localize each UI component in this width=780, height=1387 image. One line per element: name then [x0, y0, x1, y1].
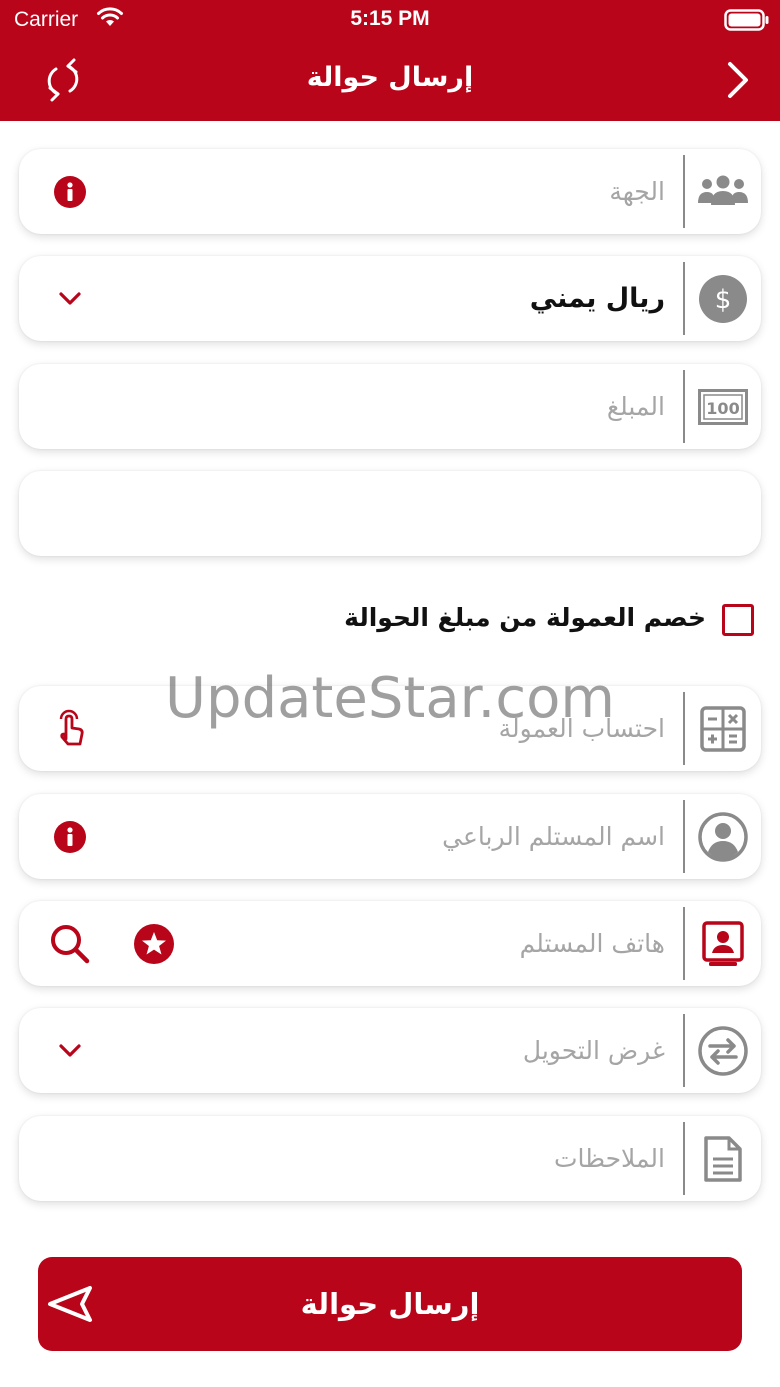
amount-placeholder: المبلغ — [606, 392, 665, 421]
status-bar: Carrier 5:15 PM — [0, 0, 780, 40]
notes-placeholder: الملاحظات — [553, 1144, 665, 1173]
recipient-name-field[interactable]: اسم المستلم الرباعي — [19, 794, 761, 879]
field-divider — [683, 1122, 685, 1195]
calc-commission-placeholder: احتساب العمولة — [498, 714, 665, 743]
field-divider — [683, 370, 685, 443]
group-icon — [697, 167, 749, 217]
field-divider — [683, 262, 685, 335]
recipient-phone-placeholder: هاتف المستلم — [519, 929, 665, 958]
back-chevron-icon[interactable] — [712, 56, 760, 104]
field-divider — [683, 907, 685, 980]
star-icon[interactable] — [133, 923, 175, 965]
recipient-phone-field[interactable]: هاتف المستلم — [19, 901, 761, 986]
user-icon — [697, 812, 749, 862]
field-divider — [683, 155, 685, 228]
exchange-icon — [697, 1026, 749, 1076]
calculator-icon — [697, 704, 749, 754]
send-transfer-button[interactable]: إرسال حوالة — [38, 1257, 742, 1351]
banknote-icon: 100 — [697, 382, 749, 432]
info-icon[interactable] — [49, 171, 91, 213]
recipient-name-placeholder: اسم المستلم الرباعي — [442, 822, 665, 851]
field-divider — [683, 800, 685, 873]
status-time: 5:15 PM — [350, 7, 430, 30]
purpose-placeholder: غرض التحويل — [522, 1036, 665, 1065]
field-divider — [683, 692, 685, 765]
contact-card-icon — [697, 919, 749, 969]
amount-field[interactable]: المبلغ 100 — [19, 364, 761, 449]
svg-text:100: 100 — [706, 399, 739, 418]
currency-select[interactable]: ريال يمني $ — [19, 256, 761, 341]
search-icon[interactable] — [49, 923, 91, 965]
purpose-select[interactable]: غرض التحويل — [19, 1008, 761, 1093]
extra-field[interactable] — [19, 471, 761, 556]
tap-icon[interactable] — [49, 708, 91, 750]
battery-icon — [724, 9, 770, 35]
dollar-icon: $ — [697, 274, 749, 324]
field-divider — [683, 1014, 685, 1087]
document-icon — [697, 1134, 749, 1184]
chevron-down-icon[interactable] — [49, 1030, 91, 1072]
entity-field[interactable]: الجهة — [19, 149, 761, 234]
chevron-down-icon[interactable] — [49, 278, 91, 320]
app-header: Carrier 5:15 PM إرسال حوالة — [0, 0, 780, 121]
deduct-commission-row[interactable]: خصم العمولة من مبلغ الحوالة — [0, 598, 780, 648]
calc-commission-field[interactable]: احتساب العمولة — [19, 686, 761, 771]
entity-placeholder: الجهة — [609, 177, 665, 206]
svg-text:$: $ — [715, 285, 732, 315]
info-icon[interactable] — [49, 816, 91, 858]
page-title: إرسال حوالة — [306, 62, 474, 93]
currency-value: ريال يمني — [529, 283, 665, 314]
notes-field[interactable]: الملاحظات — [19, 1116, 761, 1201]
send-transfer-label: إرسال حوالة — [300, 1287, 480, 1321]
deduct-commission-checkbox[interactable] — [722, 604, 754, 636]
deduct-commission-label: خصم العمولة من مبلغ الحوالة — [344, 603, 706, 632]
